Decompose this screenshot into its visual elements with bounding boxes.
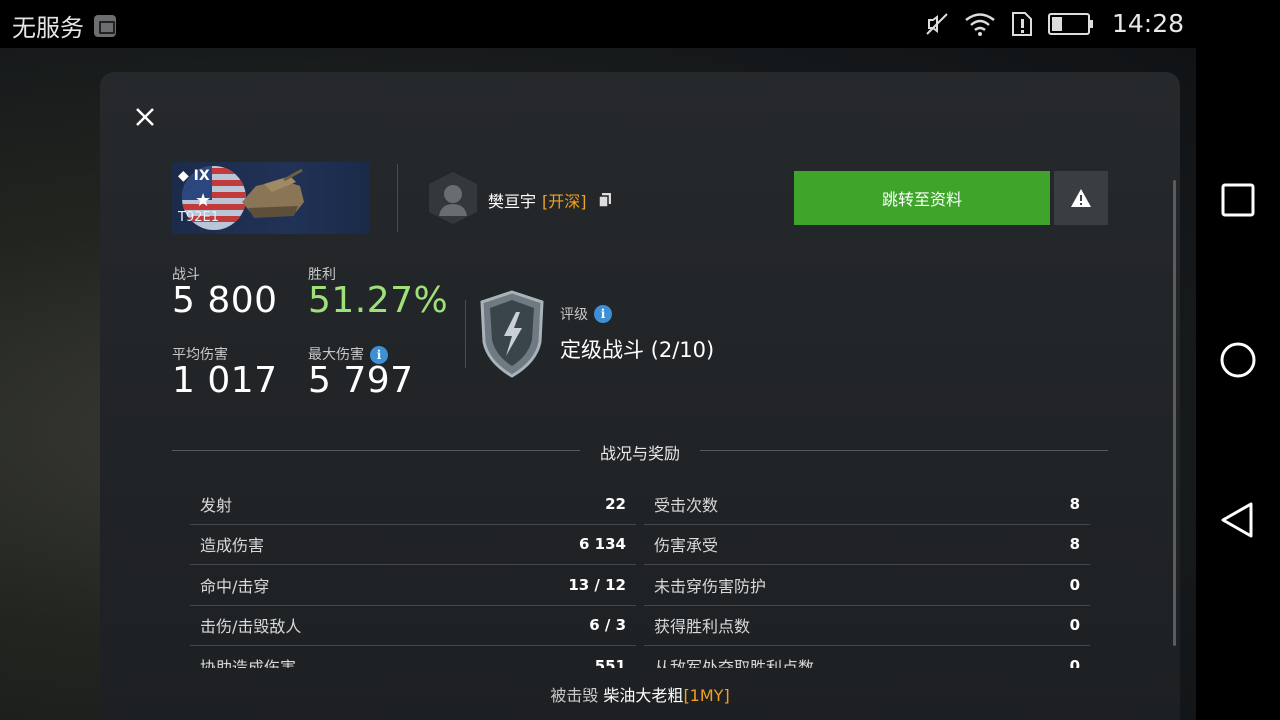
killer-name: 柴油大老粗 [603,686,684,705]
carrier-text: 无服务 [12,14,84,42]
row-value: 13 / 12 [568,575,626,594]
goto-profile-button[interactable]: 跳转至资料 [794,171,1050,225]
row-value: 22 [605,494,626,513]
player-name-row: 樊亘宇 [开深] [488,188,613,212]
divider [172,450,580,451]
recents-icon[interactable] [1218,180,1258,220]
scrollbar[interactable] [1173,180,1176,646]
tank-tier-value: IX [193,168,210,184]
wifi-icon [965,12,995,36]
report-button[interactable] [1054,171,1108,225]
table-row: 击伤/击毁敌人 6 / 3 [190,606,636,646]
table-row: 伤害承受 8 [644,525,1090,565]
row-label: 伤害承受 [654,536,719,556]
row-value: 8 [1069,494,1080,513]
row-label: 从敌军处夺取胜利点数 [654,657,815,668]
row-value: 0 [1069,575,1080,594]
clock-text: 14:28 [1111,9,1184,38]
row-label: 发射 [200,495,233,515]
killed-by-label: 被击毁 [550,686,599,705]
battle-result-panel: ★ ◆ IX T92E1 樊亘宇 [开深] 跳转至资料 战斗 5 800 胜利 … [100,72,1180,720]
row-value: 6 134 [579,535,626,554]
row-value: 0 [1069,616,1080,635]
row-label: 受击次数 [654,495,719,515]
warning-icon [1071,189,1091,207]
divider [465,300,466,368]
back-icon[interactable] [1218,500,1258,540]
tank-name: T92E1 [178,210,219,225]
info-icon[interactable]: i [594,305,612,323]
rating-badge-icon [480,290,544,378]
sim-alert-icon [1011,11,1032,36]
tank-card: ★ ◆ IX T92E1 [172,162,370,234]
table-row: 发射 22 [190,484,636,525]
divider [397,164,398,232]
row-label: 击伤/击毁敌人 [200,617,302,637]
max-damage-value: 5 797 [308,360,414,401]
rating-label-text: 评级 [560,307,588,323]
table-row: 造成伤害 6 134 [190,525,636,565]
section-title: 战况与奖励 [599,444,680,463]
row-value: 0 [1069,656,1080,668]
copy-icon[interactable] [597,192,613,208]
svg-text:★: ★ [195,190,211,211]
row-label: 未击穿伤害防护 [654,576,767,596]
row-label: 获得胜利点数 [654,617,751,637]
row-value: 6 / 3 [589,616,626,635]
row-value: 551 [594,656,626,668]
rating-value: 定级战斗 (2/10) [560,338,715,362]
win-rate-value: 51.27% [308,280,449,321]
row-label: 协助造成伤害 [200,657,297,668]
row-value: 8 [1069,535,1080,554]
table-row: 从敌军处夺取胜利点数 0 [644,646,1090,668]
player-name: 樊亘宇 [488,192,537,211]
table-row: 获得胜利点数 0 [644,606,1090,646]
gallery-icon [94,14,116,37]
killed-by-row: 被击毁 柴油大老粗[1MY] [100,682,1180,706]
player-avatar-icon[interactable] [427,170,479,226]
row-label: 命中/击穿 [200,576,270,596]
tank-tier: ◆ IX [178,168,210,184]
player-clan-tag: [开深] [542,192,587,211]
killer-clan-tag: [1MY] [683,686,730,705]
navigation-bar [1196,48,1280,720]
right-stats-table: 受击次数 8 伤害承受 8 未击穿伤害防护 0 获得胜利点数 0 从敌军处夺取胜利点数 0 [644,484,1090,668]
stats-table-viewport[interactable]: 发射 22 造成伤害 6 134 命中/击穿 13 / 12 击伤/击毁敌人 6 / 3 协助造… [100,478,1180,668]
avg-damage-value: 1 017 [172,360,278,401]
screen: 无服务 14:28 ★ ◆ IX T92E1 樊亘宇 [开深] 跳转至资料 战斗… [0,0,1280,720]
left-stats-table: 发射 22 造成伤害 6 134 命中/击穿 13 / 12 击伤/击毁敌人 6 / 3 协助造… [190,484,636,668]
close-icon[interactable] [132,104,158,130]
table-row: 未击穿伤害防护 0 [644,565,1090,606]
divider [700,450,1108,451]
table-row: 受击次数 8 [644,484,1090,525]
home-icon[interactable] [1218,340,1258,380]
table-row: 命中/击穿 13 / 12 [190,565,636,606]
status-bar: 无服务 14:28 [0,0,1280,48]
battles-value: 5 800 [172,280,278,321]
row-label: 造成伤害 [200,536,265,556]
rating-label: 评级 i [560,304,612,324]
battery-icon [1047,12,1093,35]
table-row: 协助造成伤害 551 [190,646,636,668]
mute-icon [926,12,948,35]
